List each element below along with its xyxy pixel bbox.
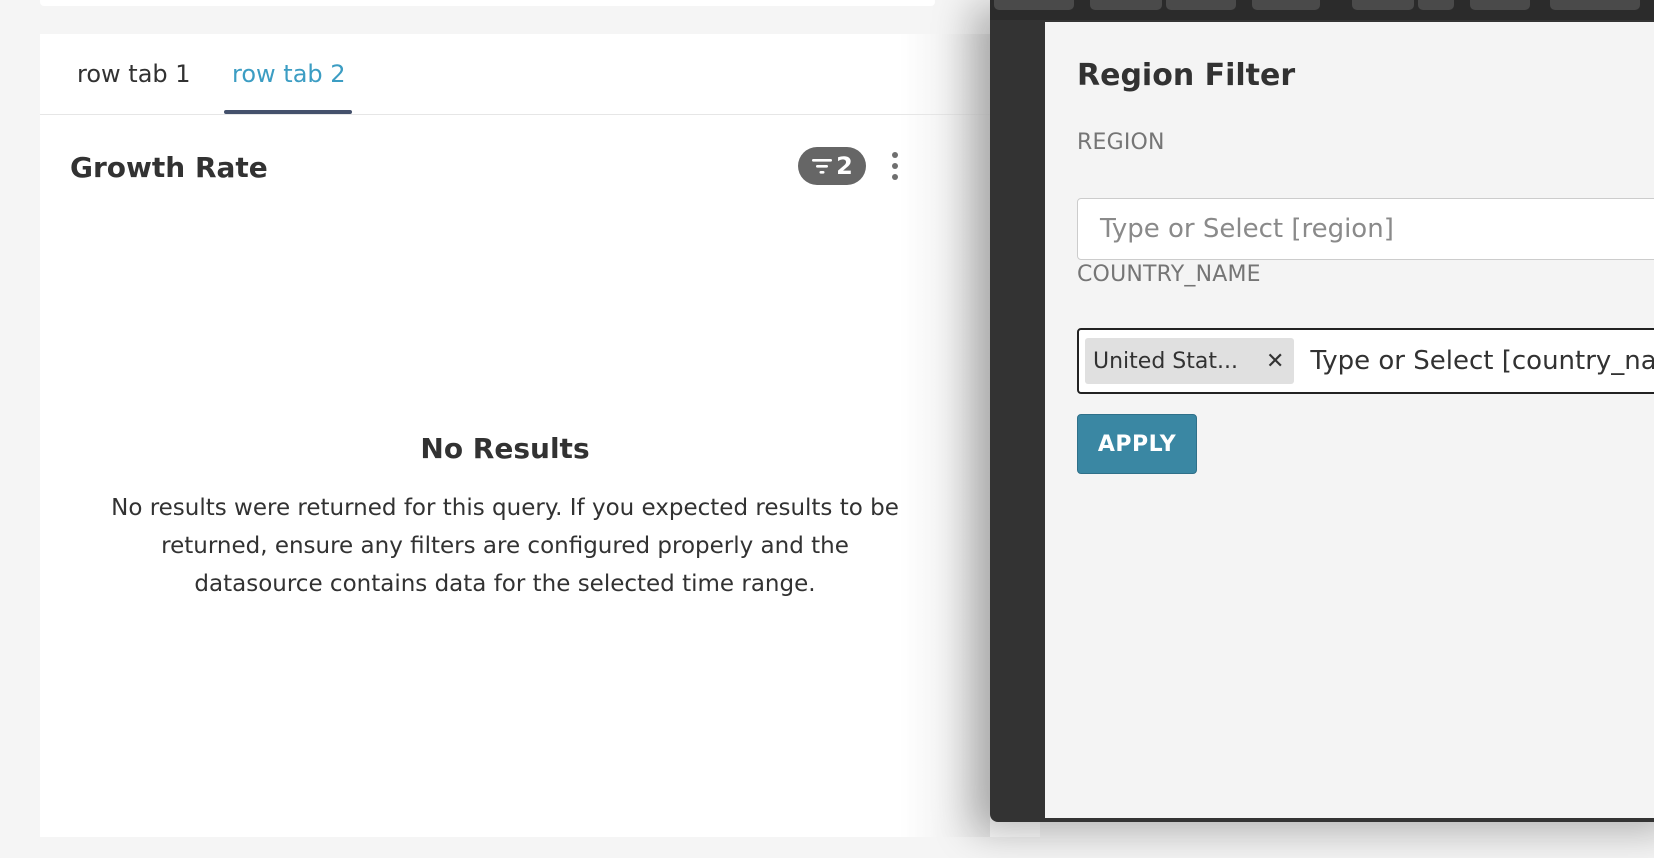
toolbar-button[interactable] xyxy=(1470,0,1530,10)
panel-toolbar xyxy=(990,0,1654,20)
chip-label: United Stat... xyxy=(1093,348,1238,374)
country-name-select-input[interactable]: United Stat... ✕ Type or Select [country… xyxy=(1077,328,1654,394)
tab-row-tab-1[interactable]: row tab 1 xyxy=(77,60,191,88)
top-card-remnant xyxy=(40,0,935,6)
filter-count: 2 xyxy=(836,152,853,180)
toolbar-button[interactable] xyxy=(1252,0,1320,10)
region-label: REGION xyxy=(1077,130,1165,155)
active-tab-indicator xyxy=(224,110,352,114)
toolbar-button[interactable] xyxy=(1166,0,1236,10)
country-name-label: COUNTRY_NAME xyxy=(1077,262,1261,287)
overlay-shadow xyxy=(900,34,990,837)
filter-panel-body: Region Filter REGION Type or Select [reg… xyxy=(1045,22,1654,818)
apply-button[interactable]: APPLY xyxy=(1077,414,1197,474)
empty-state: No Results No results were returned for … xyxy=(80,432,930,603)
filter-panel: Region Filter REGION Type or Select [reg… xyxy=(990,0,1654,822)
remove-chip-icon[interactable]: ✕ xyxy=(1266,349,1284,374)
filter-panel-title: Region Filter xyxy=(1077,58,1296,93)
filter-icon xyxy=(812,159,833,174)
empty-state-message: No results were returned for this query.… xyxy=(111,495,899,597)
country-name-placeholder: Type or Select [country_name] xyxy=(1310,346,1654,376)
row-tabs: row tab 1 row tab 2 xyxy=(40,34,1040,115)
toolbar-button[interactable] xyxy=(994,0,1074,10)
toolbar-button[interactable] xyxy=(1352,0,1414,10)
tab-row-tab-2[interactable]: row tab 2 xyxy=(232,60,346,88)
region-select-input[interactable]: Type or Select [region] xyxy=(1077,198,1654,260)
filter-count-badge[interactable]: 2 xyxy=(798,147,866,185)
region-placeholder: Type or Select [region] xyxy=(1100,214,1394,244)
dashboard-card: row tab 1 row tab 2 Growth Rate 2 No Res… xyxy=(40,34,1040,837)
toolbar-button[interactable] xyxy=(1090,0,1162,10)
toolbar-button[interactable] xyxy=(1418,0,1454,10)
toolbar-button[interactable] xyxy=(1550,0,1640,10)
chart-title: Growth Rate xyxy=(70,151,268,184)
selected-value-chip: United Stat... ✕ xyxy=(1085,338,1295,384)
empty-state-title: No Results xyxy=(420,432,590,465)
